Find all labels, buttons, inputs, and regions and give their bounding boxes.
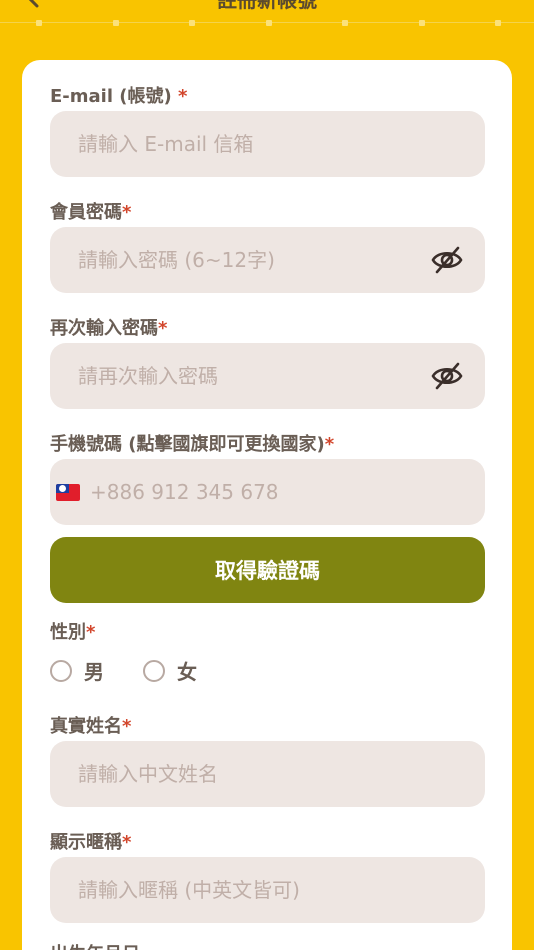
phone-label: 手機號碼 (點擊國旗即可更換國家)* xyxy=(50,434,335,455)
radio-circle-icon[interactable] xyxy=(50,660,72,682)
page-title: 註冊新帳號 xyxy=(217,0,317,12)
gender-radio-group: 男 女 xyxy=(50,657,350,687)
email-field[interactable] xyxy=(50,111,485,177)
gender-label: 性別* xyxy=(50,622,96,643)
nickname-label: 顯示暱稱* xyxy=(50,832,132,853)
required-mark: * xyxy=(122,716,132,737)
email-input[interactable] xyxy=(78,111,418,177)
confirm-password-input[interactable] xyxy=(78,343,418,409)
birthday-label: 出生年月日 xyxy=(50,940,140,950)
registration-form-card: E-mail (帳號) * 會員密碼* 再次輸入密碼* 手機號碼 (點擊國旗即可… xyxy=(22,60,512,950)
nickname-field[interactable] xyxy=(50,857,485,923)
email-label: E-mail (帳號) * xyxy=(50,86,188,107)
required-mark: * xyxy=(122,832,132,853)
required-mark: * xyxy=(122,202,132,223)
real-name-field[interactable] xyxy=(50,741,485,807)
password-input[interactable] xyxy=(78,227,418,293)
password-field[interactable] xyxy=(50,227,485,293)
get-verification-code-button[interactable]: 取得驗證碼 xyxy=(50,537,485,603)
confirm-password-label: 再次輸入密碼* xyxy=(50,318,168,339)
top-bar: 註冊新帳號 xyxy=(0,0,534,30)
password-label: 會員密碼* xyxy=(50,202,132,223)
confirm-password-field[interactable] xyxy=(50,343,485,409)
real-name-label: 真實姓名* xyxy=(50,716,132,737)
decorative-dots xyxy=(0,20,534,26)
eye-off-icon[interactable] xyxy=(431,245,463,275)
gender-option-label: 男 xyxy=(84,660,104,684)
required-mark: * xyxy=(86,622,96,643)
required-mark: * xyxy=(178,86,188,107)
radio-circle-icon[interactable] xyxy=(143,660,165,682)
required-mark: * xyxy=(324,434,335,455)
eye-off-icon[interactable] xyxy=(431,361,463,391)
taiwan-flag-icon[interactable] xyxy=(56,484,80,501)
phone-field[interactable] xyxy=(50,459,485,525)
required-mark: * xyxy=(158,318,168,339)
phone-input[interactable] xyxy=(90,459,430,525)
gender-option-label: 女 xyxy=(177,660,197,684)
real-name-input[interactable] xyxy=(78,741,418,807)
nickname-input[interactable] xyxy=(78,857,418,923)
